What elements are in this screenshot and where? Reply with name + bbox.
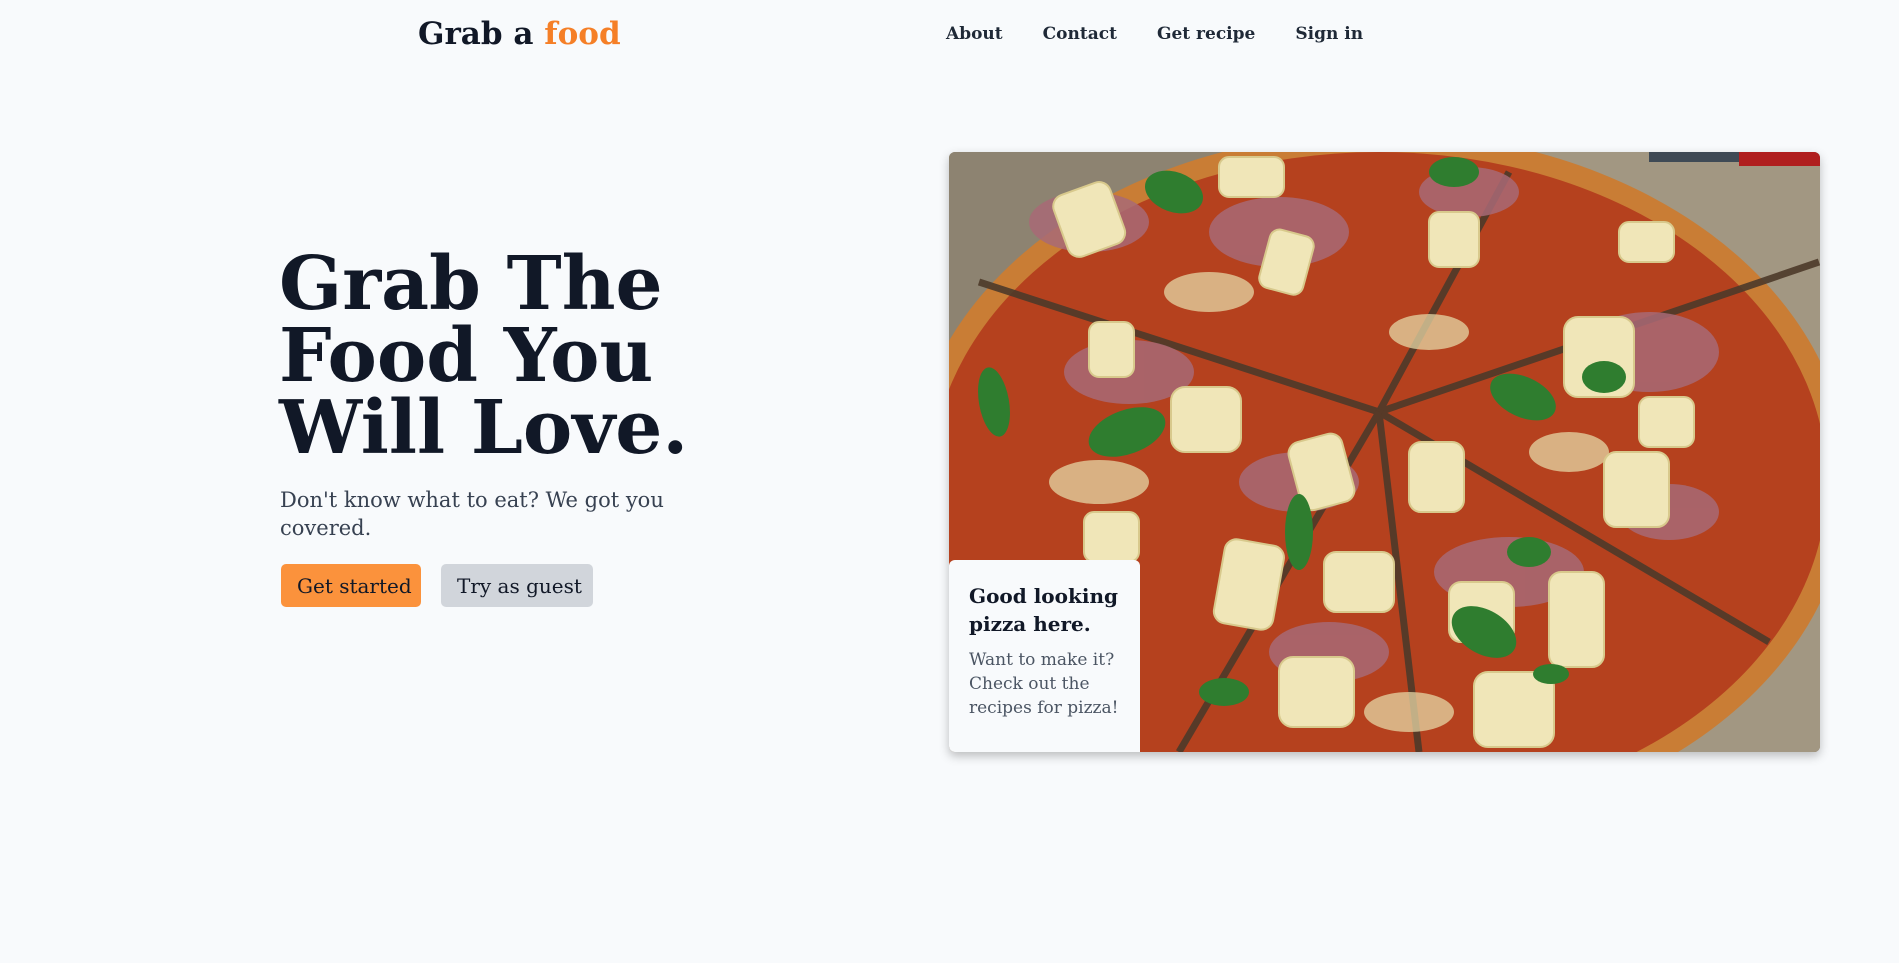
hero-title: Grab The Food You Will Love. — [279, 241, 689, 471]
caption-text: Want to make it? Check out the recipes f… — [969, 650, 1119, 718]
nav-link-about[interactable]: About — [946, 22, 1003, 46]
logo-text: Grab a — [418, 16, 534, 52]
site-logo[interactable]: Grab a food — [418, 12, 621, 56]
nav-link-get-recipe[interactable]: Get recipe — [1157, 22, 1255, 46]
nav-link-contact[interactable]: Contact — [1043, 22, 1117, 46]
hero-subtitle: Don't know what to eat? We got you cover… — [280, 488, 664, 540]
caption-title: Good looking pizza here. — [969, 584, 1118, 636]
main-nav: About Contact Get recipe Sign in — [946, 22, 1363, 46]
pizza-caption-card: Good looking pizza here. Want to make it… — [949, 560, 1140, 752]
nav-link-sign-in[interactable]: Sign in — [1295, 22, 1363, 46]
logo-accent: food — [544, 16, 621, 52]
try-as-guest-button[interactable]: Try as guest — [441, 564, 593, 607]
get-started-button[interactable]: Get started — [281, 564, 421, 607]
